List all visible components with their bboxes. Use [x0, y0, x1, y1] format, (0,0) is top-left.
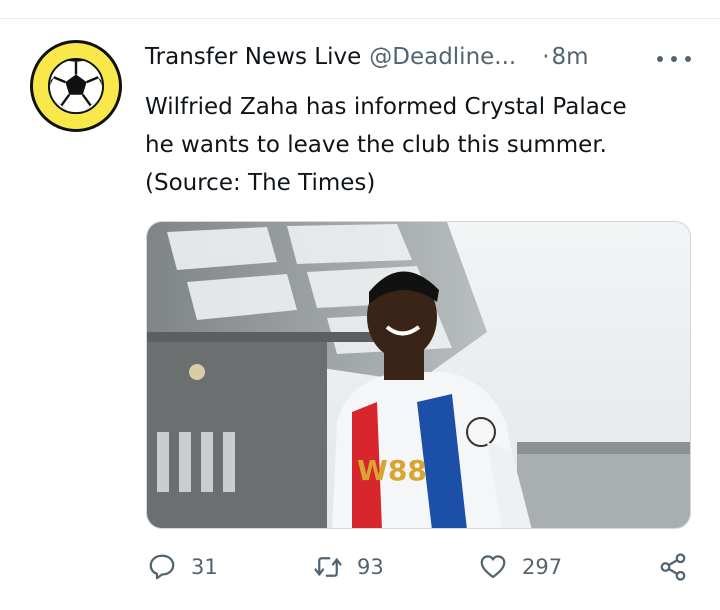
user-handle[interactable]: @Deadline... [369, 44, 516, 70]
reply-count: 31 [191, 555, 218, 579]
tweet-header: Transfer News Live @Deadline... · 8m [145, 44, 589, 70]
share-button[interactable] [658, 552, 688, 582]
separator-dot: · [542, 44, 550, 70]
more-options-icon[interactable] [657, 52, 691, 66]
tweet-text-line: (Source: The Times) [145, 170, 376, 196]
like-button[interactable]: 297 [478, 552, 562, 582]
tweet-text-line: Wilfried Zaha has informed Crystal Palac… [145, 94, 627, 120]
tweet-media-image[interactable]: W88 [146, 221, 691, 529]
reply-button[interactable]: 31 [147, 552, 218, 582]
timestamp[interactable]: 8m [552, 44, 589, 70]
player-photo: W88 [147, 222, 690, 528]
tweet-text: Wilfried Zaha has informed Crystal Palac… [145, 88, 700, 202]
jersey-sponsor: W88 [357, 454, 427, 487]
retweet-icon [314, 557, 342, 577]
tweet-actions: 31 93 297 [0, 552, 720, 592]
heart-icon [480, 555, 506, 579]
like-count: 297 [522, 555, 563, 579]
display-name[interactable]: Transfer News Live [145, 44, 361, 70]
retweet-button[interactable]: 93 [313, 552, 384, 582]
soccer-ball-icon [47, 57, 105, 115]
avatar[interactable] [30, 40, 122, 132]
tweet-text-line: he wants to leave the club this summer. [145, 132, 607, 158]
share-icon [660, 553, 686, 581]
top-divider [0, 18, 720, 19]
retweet-count: 93 [357, 555, 384, 579]
reply-icon [149, 554, 175, 580]
